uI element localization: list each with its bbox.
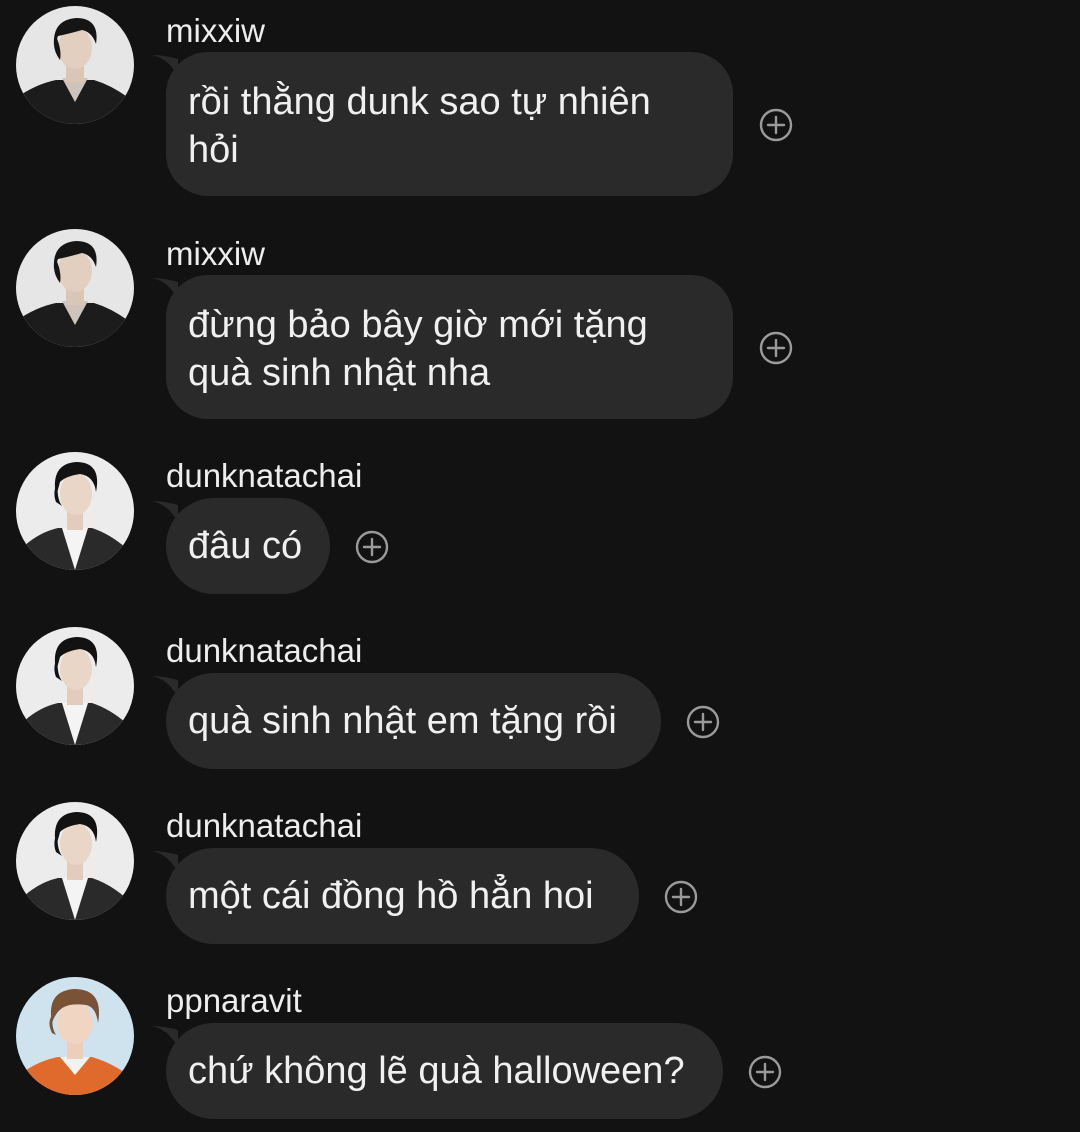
message-text: rồi thằng dunk sao tự nhiên hỏi bbox=[188, 81, 651, 171]
avatar-dunknatachai[interactable] bbox=[16, 627, 134, 745]
add-reaction-icon[interactable] bbox=[355, 530, 389, 564]
message-row: dunknatachai một cái đồng hồ hẳn hoi bbox=[0, 798, 1080, 948]
add-reaction-icon[interactable] bbox=[748, 1055, 782, 1089]
message-row: mixxiw đừng bảo bây giờ mới tặng quà sin… bbox=[0, 223, 1080, 423]
message-row: ppnaravit chứ không lẽ quà halloween? bbox=[0, 973, 1080, 1123]
avatar-mixxiw[interactable] bbox=[16, 6, 134, 124]
message-text: đừng bảo bây giờ mới tặng quà sinh nhật … bbox=[188, 304, 648, 394]
username[interactable]: dunknatachai bbox=[166, 456, 362, 496]
avatar-dunknatachai[interactable] bbox=[16, 802, 134, 920]
username[interactable]: dunknatachai bbox=[166, 806, 362, 846]
avatar-dunknatachai[interactable] bbox=[16, 452, 134, 570]
username[interactable]: dunknatachai bbox=[166, 631, 362, 671]
message-bubble[interactable]: một cái đồng hồ hẳn hoi bbox=[166, 848, 639, 944]
message-text: quà sinh nhật em tặng rồi bbox=[188, 700, 617, 742]
add-reaction-icon[interactable] bbox=[759, 108, 793, 142]
message-bubble[interactable]: rồi thằng dunk sao tự nhiên hỏi bbox=[166, 52, 733, 196]
message-text: một cái đồng hồ hẳn hoi bbox=[188, 875, 594, 917]
message-bubble[interactable]: đừng bảo bây giờ mới tặng quà sinh nhật … bbox=[166, 275, 733, 419]
message-row: dunknatachai đâu có bbox=[0, 448, 1080, 598]
avatar-mixxiw[interactable] bbox=[16, 229, 134, 347]
message-text: đâu có bbox=[188, 525, 303, 567]
username[interactable]: mixxiw bbox=[166, 11, 265, 51]
username[interactable]: mixxiw bbox=[166, 234, 265, 274]
add-reaction-icon[interactable] bbox=[664, 880, 698, 914]
message-text: chứ không lẽ quà halloween? bbox=[188, 1050, 685, 1092]
add-reaction-icon[interactable] bbox=[686, 705, 720, 739]
avatar-ppnaravit[interactable] bbox=[16, 977, 134, 1095]
message-bubble[interactable]: đâu có bbox=[166, 498, 330, 594]
message-bubble[interactable]: chứ không lẽ quà halloween? bbox=[166, 1023, 723, 1119]
message-row: dunknatachai quà sinh nhật em tặng rồi bbox=[0, 623, 1080, 773]
add-reaction-icon[interactable] bbox=[759, 331, 793, 365]
message-row: mixxiw rồi thằng dunk sao tự nhiên hỏi bbox=[0, 0, 1080, 200]
message-bubble[interactable]: quà sinh nhật em tặng rồi bbox=[166, 673, 661, 769]
username[interactable]: ppnaravit bbox=[166, 981, 302, 1021]
